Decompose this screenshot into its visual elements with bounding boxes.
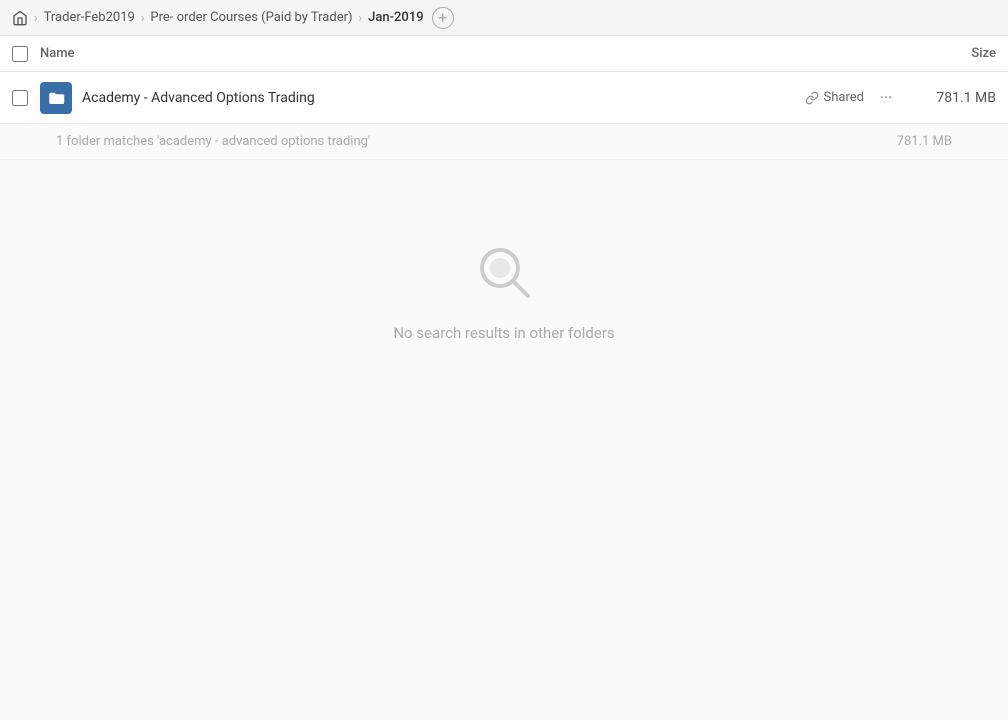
breadcrumb-home[interactable] [12, 10, 28, 26]
table-header: Name Size [0, 36, 1008, 72]
file-checkbox[interactable] [12, 90, 28, 106]
file-folder-icon [40, 82, 72, 114]
no-results-icon [472, 240, 536, 308]
breadcrumb-sep-3: › [359, 11, 363, 25]
file-shared-indicator: Shared [805, 90, 864, 105]
breadcrumb-item-1[interactable]: Trader-Feb2019 [44, 10, 135, 25]
search-info-size: 781.1 MB [897, 134, 952, 149]
more-icon: ··· [880, 88, 893, 107]
breadcrumb-add-button[interactable]: + [432, 7, 454, 29]
search-matches-text: 1 folder matches 'academy - advanced opt… [56, 134, 370, 149]
shared-label: Shared [824, 90, 864, 105]
search-info-row: 1 folder matches 'academy - advanced opt… [0, 124, 1008, 160]
no-results-text: No search results in other folders [393, 324, 614, 342]
empty-state: No search results in other folders [0, 160, 1008, 422]
breadcrumb-sep-2: › [141, 11, 145, 25]
size-column-header: Size [916, 46, 996, 61]
breadcrumb-current: Jan-2019 [368, 10, 423, 25]
file-name: Academy - Advanced Options Trading [82, 90, 805, 106]
select-all-checkbox[interactable] [12, 46, 28, 62]
breadcrumb-bar: › Trader-Feb2019 › Pre- order Courses (P… [0, 0, 1008, 36]
breadcrumb-sep-1: › [34, 11, 38, 25]
file-size: 781.1 MB [916, 90, 996, 106]
name-column-header: Name [40, 46, 916, 61]
file-row[interactable]: Academy - Advanced Options Trading Share… [0, 72, 1008, 124]
breadcrumb-item-2[interactable]: Pre- order Courses (Paid by Trader) [150, 10, 352, 25]
file-more-button[interactable]: ··· [872, 84, 900, 112]
